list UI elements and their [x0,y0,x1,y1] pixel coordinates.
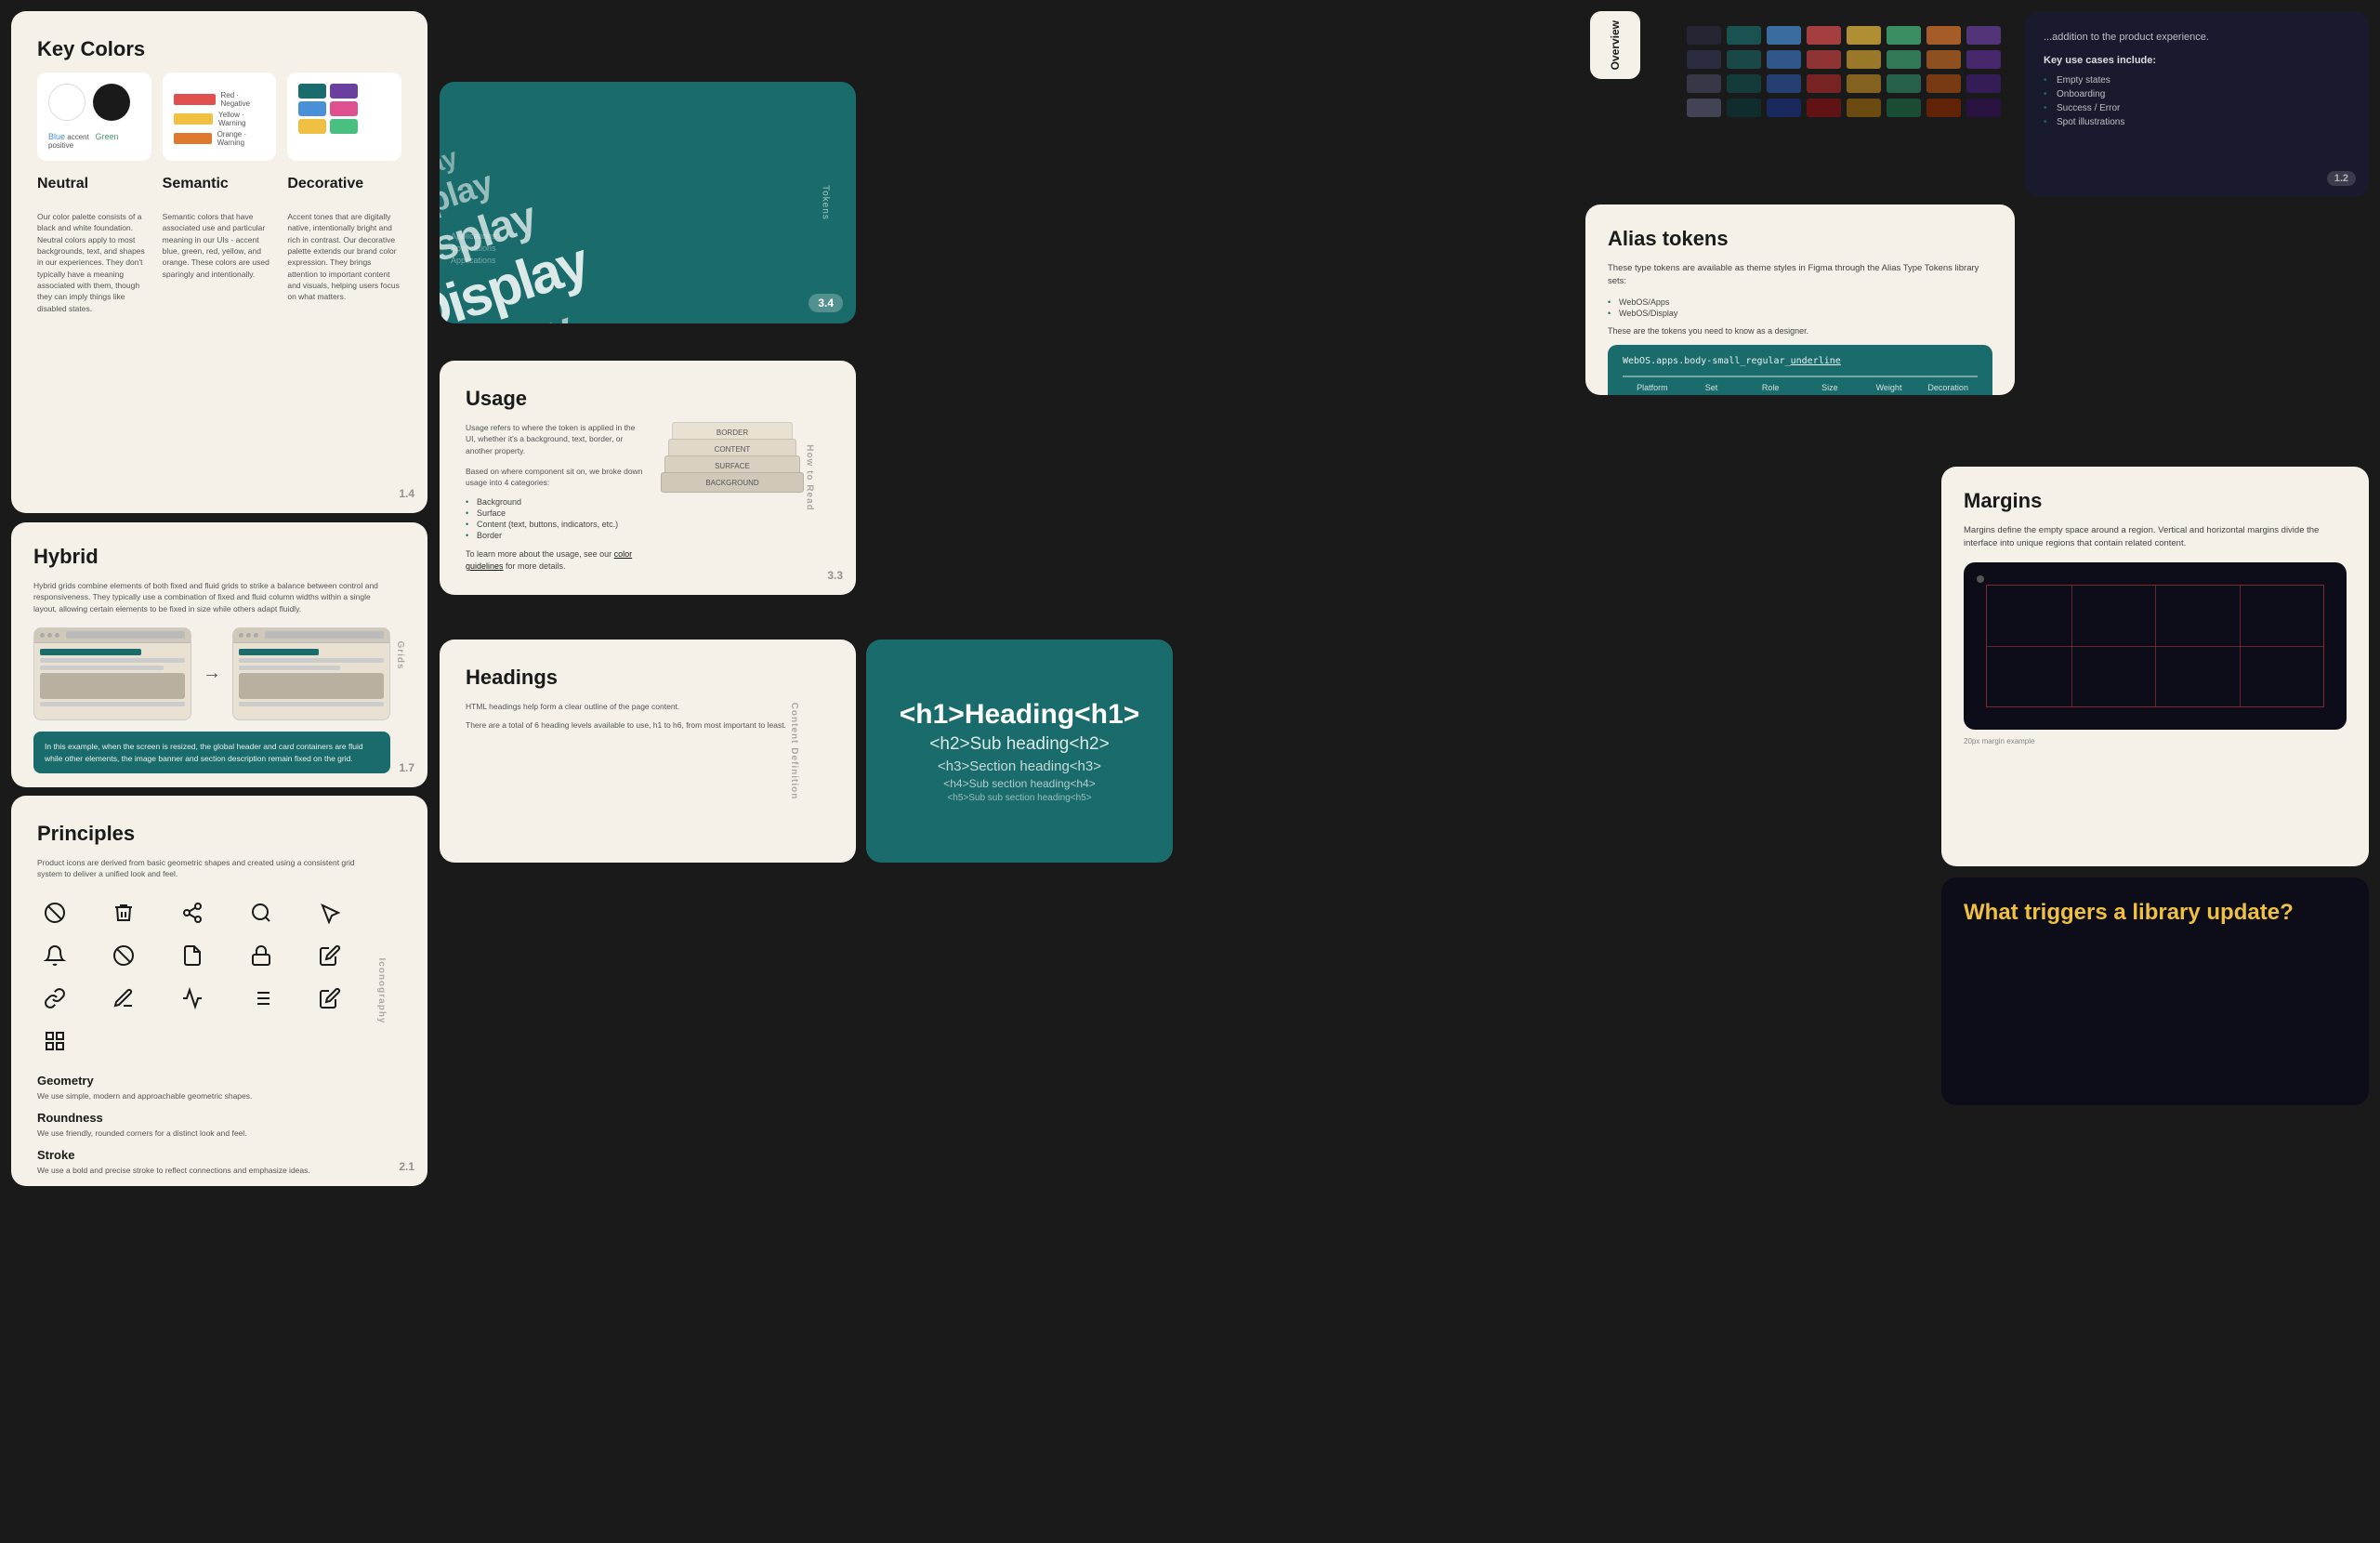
icon-share [175,895,210,930]
principles-title: Principles [37,822,374,846]
product-experience-card: ...addition to the product experience. K… [2025,11,2369,197]
overview-label: Overview [1609,20,1622,70]
usage-body: Based on where component sit on, we brok… [466,466,644,489]
roundness-text: We use friendly, rounded corners for a d… [37,1128,374,1139]
content-def-label: Content Definition [789,703,799,800]
semantic-desc: Semantic colors that have associated use… [163,211,277,280]
grids-badge: 1.7 [399,761,414,774]
h3-display: <h3>Section heading<h3> [885,758,1154,774]
key-colors-badge: 1.4 [399,487,414,500]
key-colors-title: Key Colors [37,37,401,61]
what-triggers-card: What triggers a library update? [1941,877,2369,1105]
usage-card: How to Read Usage Usage refers to where … [440,361,856,595]
alias-col-weight: Weight [1860,383,1919,392]
overview-tab[interactable]: Overview [1590,11,1640,79]
geometry-title: Geometry [37,1074,374,1088]
token-preview-dark [1672,11,2016,197]
icon-lock [243,938,279,973]
product-exp-badge: 1.2 [2327,171,2356,186]
h4-display: <h4>Sub section heading<h4> [885,777,1154,790]
icon-trash [106,895,141,930]
icon-list [243,981,279,1016]
grids-tab-label: Grids [395,640,405,669]
headings-card: Content Definition Headings HTML heading… [440,640,856,863]
semantic-label: Semantic [163,176,277,192]
principles-card: Iconography Principles Product icons are… [11,796,427,1186]
iconography-label: Iconography [376,957,387,1023]
grids-title: Hybrid [33,545,390,569]
geometry-text: We use simple, modern and approachable g… [37,1090,374,1101]
icon-ban [106,938,141,973]
icon-search [243,895,279,930]
icon-edit [312,938,348,973]
h5-display: <h5>Sub sub section heading<h5> [885,793,1154,803]
main-mosaic: Key Colors Blue accent Green positive [0,0,2380,1543]
icon-grid [37,1023,72,1059]
icon-cursor [312,895,348,930]
margins-title: Margins [1964,489,2347,513]
alias-tokens-desc: These type tokens are available as theme… [1608,262,1992,289]
alias-tokens-title: Alias tokens [1608,227,1992,251]
icon-no-entry [37,895,72,930]
alias-tokens-card: Alias tokens These type tokens are avail… [1585,204,2015,395]
what-triggers-title: What triggers a library update? [1964,900,2347,927]
margins-desc: Margins define the empty space around a … [1964,524,2347,551]
display-typography-card: Display Display Display Display Display … [440,82,856,323]
h1-display: <h1>Heading<h1> [885,699,1154,730]
usage-desc: Usage refers to where the token is appli… [466,422,644,456]
h2-display: <h2>Sub heading<h2> [885,734,1154,755]
key-colors-card: Key Colors Blue accent Green positive [11,11,427,513]
icon-pen [106,981,141,1016]
display-badge: 3.4 [809,294,843,312]
icon-bell [37,938,72,973]
alias-col-size: Size [1800,383,1860,392]
icon-compose [312,981,348,1016]
alias-col-role: Role [1741,383,1800,392]
icon-chart [175,981,210,1016]
stroke-title: Stroke [37,1148,374,1162]
decorative-label: Decorative [287,176,401,192]
alias-code: WebOS.apps.body-small_regular_underline [1623,356,1978,366]
neutral-desc: Our color palette consists of a black an… [37,211,151,314]
principles-badge: 2.1 [399,1160,414,1173]
headings-title: Headings [466,666,802,690]
tokens-vert-label: Tokens [821,185,831,220]
grids-desc: Hybrid grids combine elements of both fi… [33,580,390,614]
alias-col-platform: Platform [1623,383,1682,392]
icon-doc [175,938,210,973]
alias-col-decoration: Decoration [1918,383,1978,392]
key-use-cases-label: Key use cases include: [2044,55,2350,66]
headings-desc: HTML headings help form a clear outline … [466,701,802,712]
alias-tokens-footer: These are the tokens you need to know as… [1608,326,1992,336]
stroke-text: We use a bold and precise stroke to refl… [37,1165,374,1176]
neutral-label: Neutral [37,176,151,192]
grids-card: Grids Hybrid Hybrid grids combine elemen… [11,522,427,787]
how-to-read-label: How to Read [805,444,815,511]
margins-caption: 20px margin example [1964,737,2347,745]
usage-title: Usage [466,387,802,411]
usage-badge: 3.3 [827,569,843,582]
margins-card: Margins Margins define the empty space a… [1941,467,2369,866]
icon-link [37,981,72,1016]
roundness-title: Roundness [37,1111,374,1125]
principles-desc: Product icons are derived from basic geo… [37,857,374,880]
decorative-desc: Accent tones that are digitally native, … [287,211,401,303]
grids-example-text: In this example, when the screen is resi… [45,741,379,765]
alias-col-set: Set [1682,383,1742,392]
heading-display-card: <h1>Heading<h1> <h2>Sub heading<h2> <h3>… [866,640,1173,863]
headings-body: There are a total of 6 heading levels av… [466,719,802,731]
